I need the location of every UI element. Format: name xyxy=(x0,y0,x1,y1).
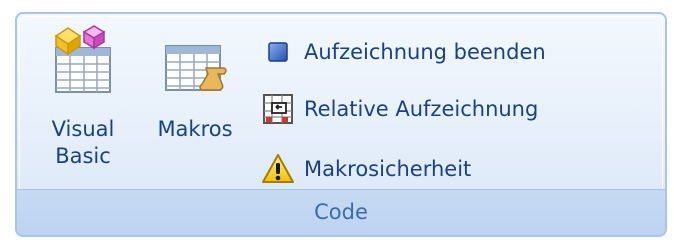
relative-recording-button[interactable]: Relative Aufzeichnung xyxy=(262,89,662,129)
group-title: Code xyxy=(17,189,665,235)
macros-icon xyxy=(162,24,228,96)
macros-label: Makros xyxy=(157,117,233,141)
ribbon-group-code: Visual Basic Makros Aufzeichnung beenden… xyxy=(15,12,667,237)
warning-icon xyxy=(262,153,294,185)
visual-basic-button[interactable]: Visual Basic xyxy=(37,24,129,170)
macros-button[interactable]: Makros xyxy=(139,24,251,143)
stop-recording-icon xyxy=(262,36,294,68)
visual-basic-label-line2: Basic xyxy=(55,144,111,168)
stop-recording-label: Aufzeichnung beenden xyxy=(304,40,546,64)
macro-security-button[interactable]: Makrosicherheit xyxy=(262,149,662,189)
stop-recording-button[interactable]: Aufzeichnung beenden xyxy=(262,32,662,72)
relative-recording-label: Relative Aufzeichnung xyxy=(304,97,539,121)
visual-basic-label-line1: Visual xyxy=(51,117,115,141)
visual-basic-icon xyxy=(50,24,116,96)
macro-security-label: Makrosicherheit xyxy=(304,157,472,181)
relative-recording-icon xyxy=(262,93,294,125)
